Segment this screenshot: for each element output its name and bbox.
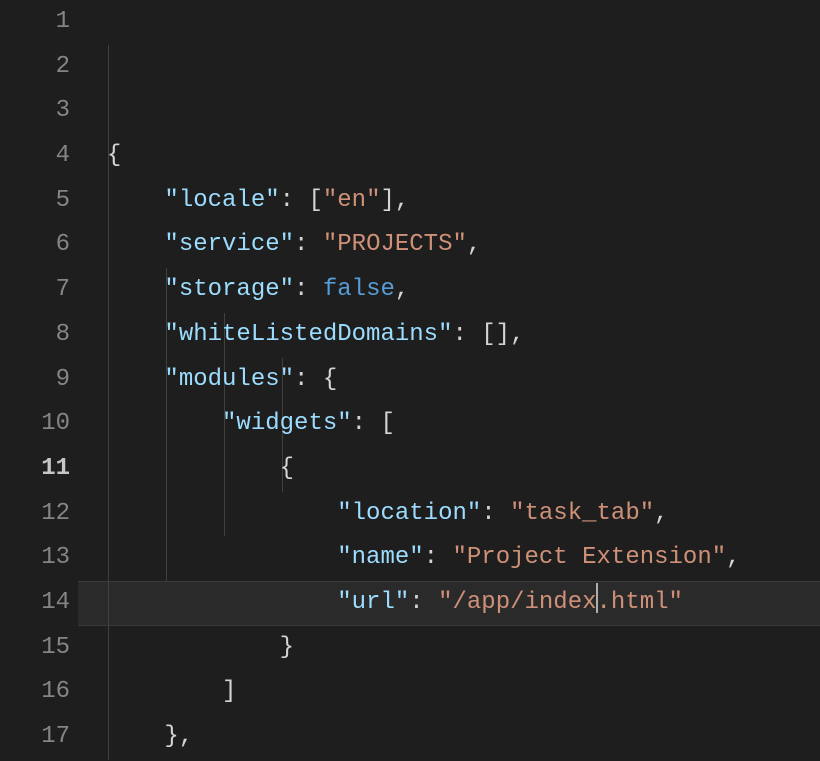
token-string: "/app/index [438,589,596,616]
line-number: 1 [0,0,70,45]
code-line-text: "name": "Project Extension", [78,544,741,571]
token-brace: , [726,544,740,571]
token-brace: : [409,589,438,616]
code-editor[interactable]: 1234567891011121314151617 { "locale": ["… [0,0,820,761]
token-key: "service" [164,231,294,258]
token-string: "en" [323,187,381,214]
line-number: 8 [0,313,70,358]
code-line[interactable]: "widgets": [ [78,402,820,447]
code-line-text: }, [78,723,193,750]
token-key: "widgets" [222,410,352,437]
code-line[interactable]: { [78,134,820,179]
code-line-text: "modules": { [78,366,337,393]
line-number: 3 [0,89,70,134]
token-key: "whiteListedDomains" [164,321,452,348]
code-line[interactable]: }, [78,715,820,760]
token-brace: : [294,231,323,258]
line-number: 5 [0,179,70,224]
token-key: "modules" [164,366,294,393]
token-brace: : [ [280,187,323,214]
line-number: 12 [0,492,70,537]
line-number: 13 [0,536,70,581]
token-brace: : [481,500,510,527]
token-brace: : [], [452,321,524,348]
token-string: .html" [597,589,683,616]
code-line[interactable]: "modules": { [78,358,820,403]
code-line-text: { [78,455,294,482]
token-brace: , [395,276,409,303]
code-line[interactable]: { [78,447,820,492]
token-key: "location" [337,500,481,527]
code-line-text: "location": "task_tab", [78,500,669,527]
code-line[interactable]: "url": "/app/index.html" [78,581,820,626]
token-brace: { [107,142,121,169]
code-area[interactable]: { "locale": ["en"], "service": "PROJECTS… [78,0,820,761]
line-number: 17 [0,715,70,760]
code-line-text: } [78,634,294,661]
token-key: "url" [337,589,409,616]
token-brace: : [424,544,453,571]
token-string: "Project Extension" [452,544,726,571]
code-line[interactable]: "location": "task_tab", [78,492,820,537]
code-line-text: "url": "/app/index.html" [78,589,683,616]
code-line-text: ] [78,678,236,705]
code-line[interactable]: } [78,626,820,671]
code-line-text: "storage": false, [78,276,409,303]
token-brace: : { [294,366,337,393]
token-string: "PROJECTS" [323,231,467,258]
line-number: 7 [0,268,70,313]
token-brace: ], [380,187,409,214]
line-number: 9 [0,358,70,403]
token-brace: : [ [352,410,395,437]
token-key: "locale" [164,187,279,214]
code-line-text: "locale": ["en"], [78,187,409,214]
token-brace: : [294,276,323,303]
code-line-text: "service": "PROJECTS", [78,231,481,258]
line-number-gutter: 1234567891011121314151617 [0,0,78,761]
token-kw: false [323,276,395,303]
token-brace: , [654,500,668,527]
token-brace: ] [222,678,236,705]
token-brace: } [280,634,294,661]
code-line[interactable]: "service": "PROJECTS", [78,223,820,268]
token-key: "storage" [164,276,294,303]
code-line[interactable]: "whiteListedDomains": [], [78,313,820,358]
code-line[interactable]: ] [78,670,820,715]
line-number: 4 [0,134,70,179]
code-line[interactable]: "storage": false, [78,268,820,313]
code-line-text: { [78,142,121,169]
line-number: 6 [0,223,70,268]
code-line-text: "whiteListedDomains": [], [78,321,524,348]
line-number: 2 [0,45,70,90]
token-key: "name" [337,544,423,571]
token-brace: }, [164,723,193,750]
line-number: 14 [0,581,70,626]
code-line-text: "widgets": [ [78,410,395,437]
line-number: 10 [0,402,70,447]
line-number: 15 [0,626,70,671]
code-line[interactable]: "locale": ["en"], [78,179,820,224]
token-brace: , [467,231,481,258]
token-brace: { [280,455,294,482]
line-number: 11 [0,447,70,492]
line-number: 16 [0,670,70,715]
token-string: "task_tab" [510,500,654,527]
code-line[interactable]: "name": "Project Extension", [78,536,820,581]
